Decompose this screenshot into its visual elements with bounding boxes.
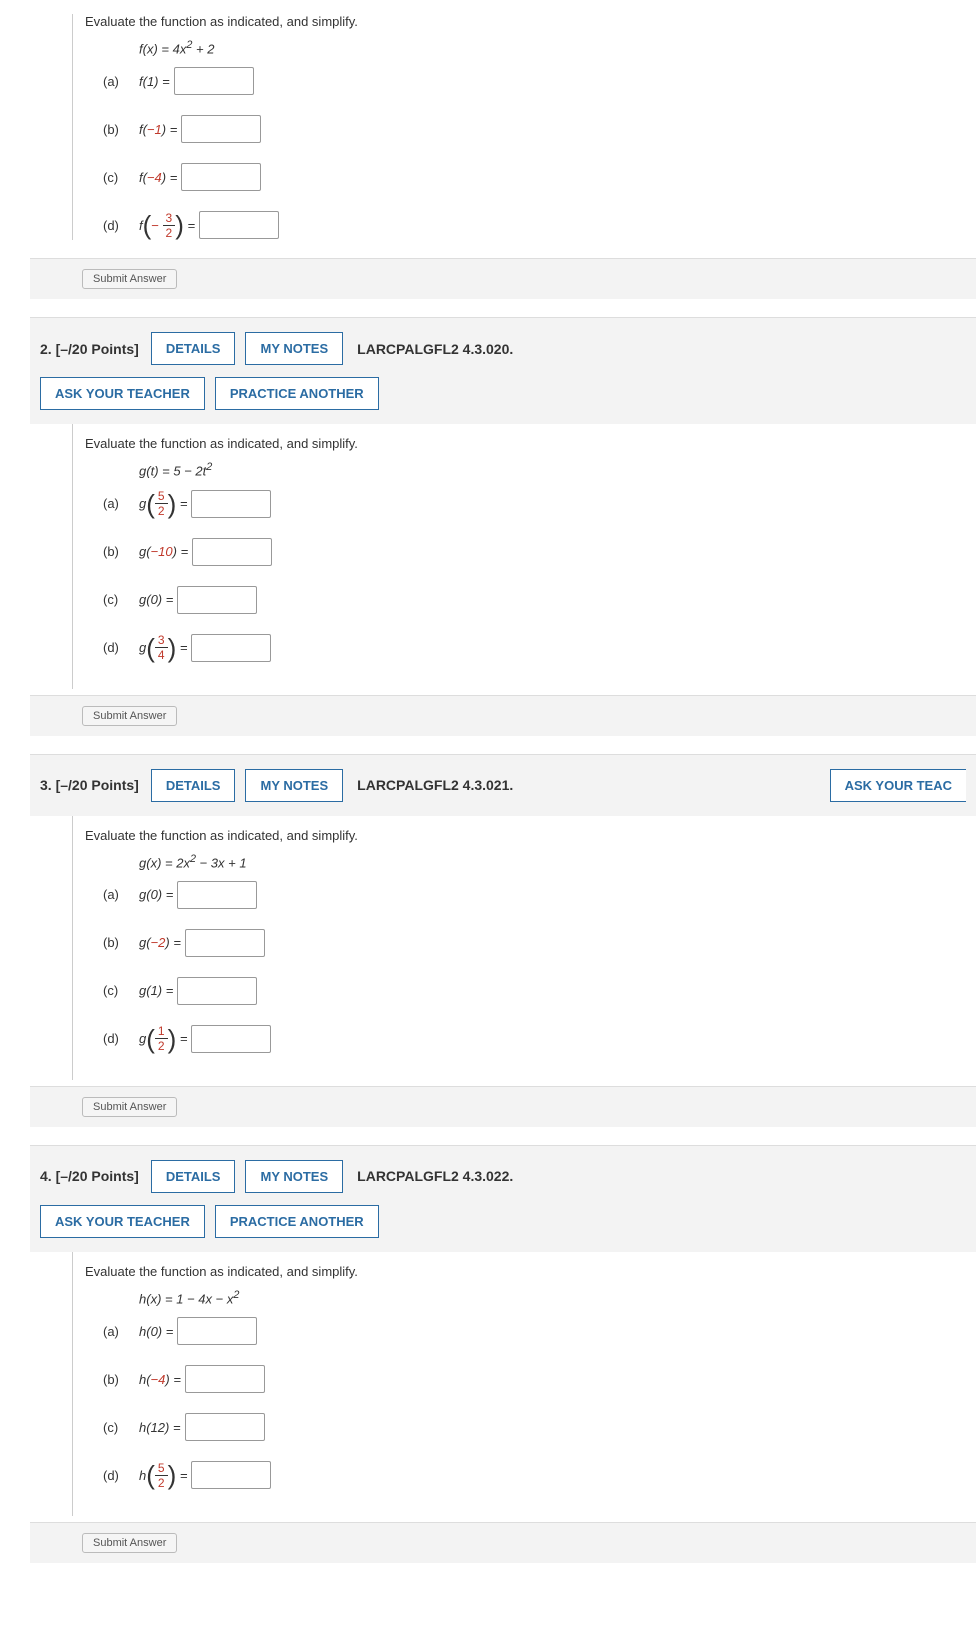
q3-part-a: (a) g(0) = — [103, 880, 976, 910]
q1-part-b: (b) f(−1) = — [103, 114, 976, 144]
q3-d-input[interactable] — [191, 1025, 271, 1053]
q3-b-input[interactable] — [185, 929, 265, 957]
q1-part-c: (c) f(−4) = — [103, 162, 976, 192]
q1-part-d: (d) f(− 32 ) = — [103, 210, 976, 240]
q4-header: 4. [–/20 Points] DETAILS MY NOTES LARCPA… — [30, 1145, 976, 1252]
q2-funcdef: g(t) = 5 − 2t2 — [139, 461, 976, 478]
q4-practice-another-button[interactable]: PRACTICE ANOTHER — [215, 1205, 379, 1238]
q3-header: 3. [–/20 Points] DETAILS MY NOTES LARCPA… — [30, 754, 976, 816]
q2-mynotes-button[interactable]: MY NOTES — [245, 332, 343, 365]
q4-part-d: (d) h( 52 ) = — [103, 1460, 976, 1490]
q2-part-b: (b) g(−10) = — [103, 537, 976, 567]
q1-d-input[interactable] — [199, 211, 279, 239]
q4-d-input[interactable] — [191, 1461, 271, 1489]
question-2: 2. [–/20 Points] DETAILS MY NOTES LARCPA… — [30, 317, 976, 735]
q1-submit-bar: Submit Answer — [30, 258, 976, 299]
q3-c-input[interactable] — [177, 977, 257, 1005]
q1-b-input[interactable] — [181, 115, 261, 143]
q3-funcdef: g(x) = 2x2 − 3x + 1 — [139, 853, 976, 870]
q4-b-input[interactable] — [185, 1365, 265, 1393]
q2-ask-teacher-button[interactable]: ASK YOUR TEACHER — [40, 377, 205, 410]
q4-c-input[interactable] — [185, 1413, 265, 1441]
q4-ask-teacher-button[interactable]: ASK YOUR TEACHER — [40, 1205, 205, 1238]
q2-header: 2. [–/20 Points] DETAILS MY NOTES LARCPA… — [30, 317, 976, 424]
q1-c-input[interactable] — [181, 163, 261, 191]
q4-submit-bar: Submit Answer — [30, 1522, 976, 1563]
q3-part-d: (d) g( 12 ) = — [103, 1024, 976, 1054]
q3-ask-teacher-button[interactable]: ASK YOUR TEAC — [830, 769, 966, 802]
q3-refcode: LARCPALGFL2 4.3.021. — [357, 777, 513, 793]
q2-part-a: (a) g( 52 ) = — [103, 489, 976, 519]
q4-details-button[interactable]: DETAILS — [151, 1160, 236, 1193]
q3-submit-bar: Submit Answer — [30, 1086, 976, 1127]
question-1: Evaluate the function as indicated, and … — [30, 14, 976, 299]
q2-refcode: LARCPALGFL2 4.3.020. — [357, 341, 513, 357]
q3-a-input[interactable] — [177, 881, 257, 909]
q3-mynotes-button[interactable]: MY NOTES — [245, 769, 343, 802]
q2-submit-bar: Submit Answer — [30, 695, 976, 736]
q1-part-a: (a) f(1) = — [103, 66, 976, 96]
q4-submit-button[interactable]: Submit Answer — [82, 1533, 177, 1553]
q2-details-button[interactable]: DETAILS — [151, 332, 236, 365]
q4-intro: Evaluate the function as indicated, and … — [85, 1264, 976, 1279]
q3-part-b: (b) g(−2) = — [103, 928, 976, 958]
q3-submit-button[interactable]: Submit Answer — [82, 1097, 177, 1117]
q2-a-input[interactable] — [191, 490, 271, 518]
question-4: 4. [–/20 Points] DETAILS MY NOTES LARCPA… — [30, 1145, 976, 1563]
q4-refcode: LARCPALGFL2 4.3.022. — [357, 1168, 513, 1184]
q1-submit-button[interactable]: Submit Answer — [82, 269, 177, 289]
q3-details-button[interactable]: DETAILS — [151, 769, 236, 802]
question-3: 3. [–/20 Points] DETAILS MY NOTES LARCPA… — [30, 754, 976, 1127]
q4-part-c: (c) h(12) = — [103, 1412, 976, 1442]
q2-submit-button[interactable]: Submit Answer — [82, 706, 177, 726]
q4-funcdef: h(x) = 1 − 4x − x2 — [139, 1289, 976, 1306]
q3-intro: Evaluate the function as indicated, and … — [85, 828, 976, 843]
q2-b-input[interactable] — [192, 538, 272, 566]
q4-part-b: (b) h(−4) = — [103, 1364, 976, 1394]
q2-practice-another-button[interactable]: PRACTICE ANOTHER — [215, 377, 379, 410]
q4-mynotes-button[interactable]: MY NOTES — [245, 1160, 343, 1193]
q2-part-d: (d) g( 34 ) = — [103, 633, 976, 663]
q1-intro: Evaluate the function as indicated, and … — [85, 14, 976, 29]
q1-funcdef: f(x) = 4x2 + 2 — [139, 39, 976, 56]
q2-d-input[interactable] — [191, 634, 271, 662]
q4-part-a: (a) h(0) = — [103, 1316, 976, 1346]
q2-c-input[interactable] — [177, 586, 257, 614]
q2-part-c: (c) g(0) = — [103, 585, 976, 615]
q1-a-input[interactable] — [174, 67, 254, 95]
q3-part-c: (c) g(1) = — [103, 976, 976, 1006]
q4-a-input[interactable] — [177, 1317, 257, 1345]
q2-intro: Evaluate the function as indicated, and … — [85, 436, 976, 451]
